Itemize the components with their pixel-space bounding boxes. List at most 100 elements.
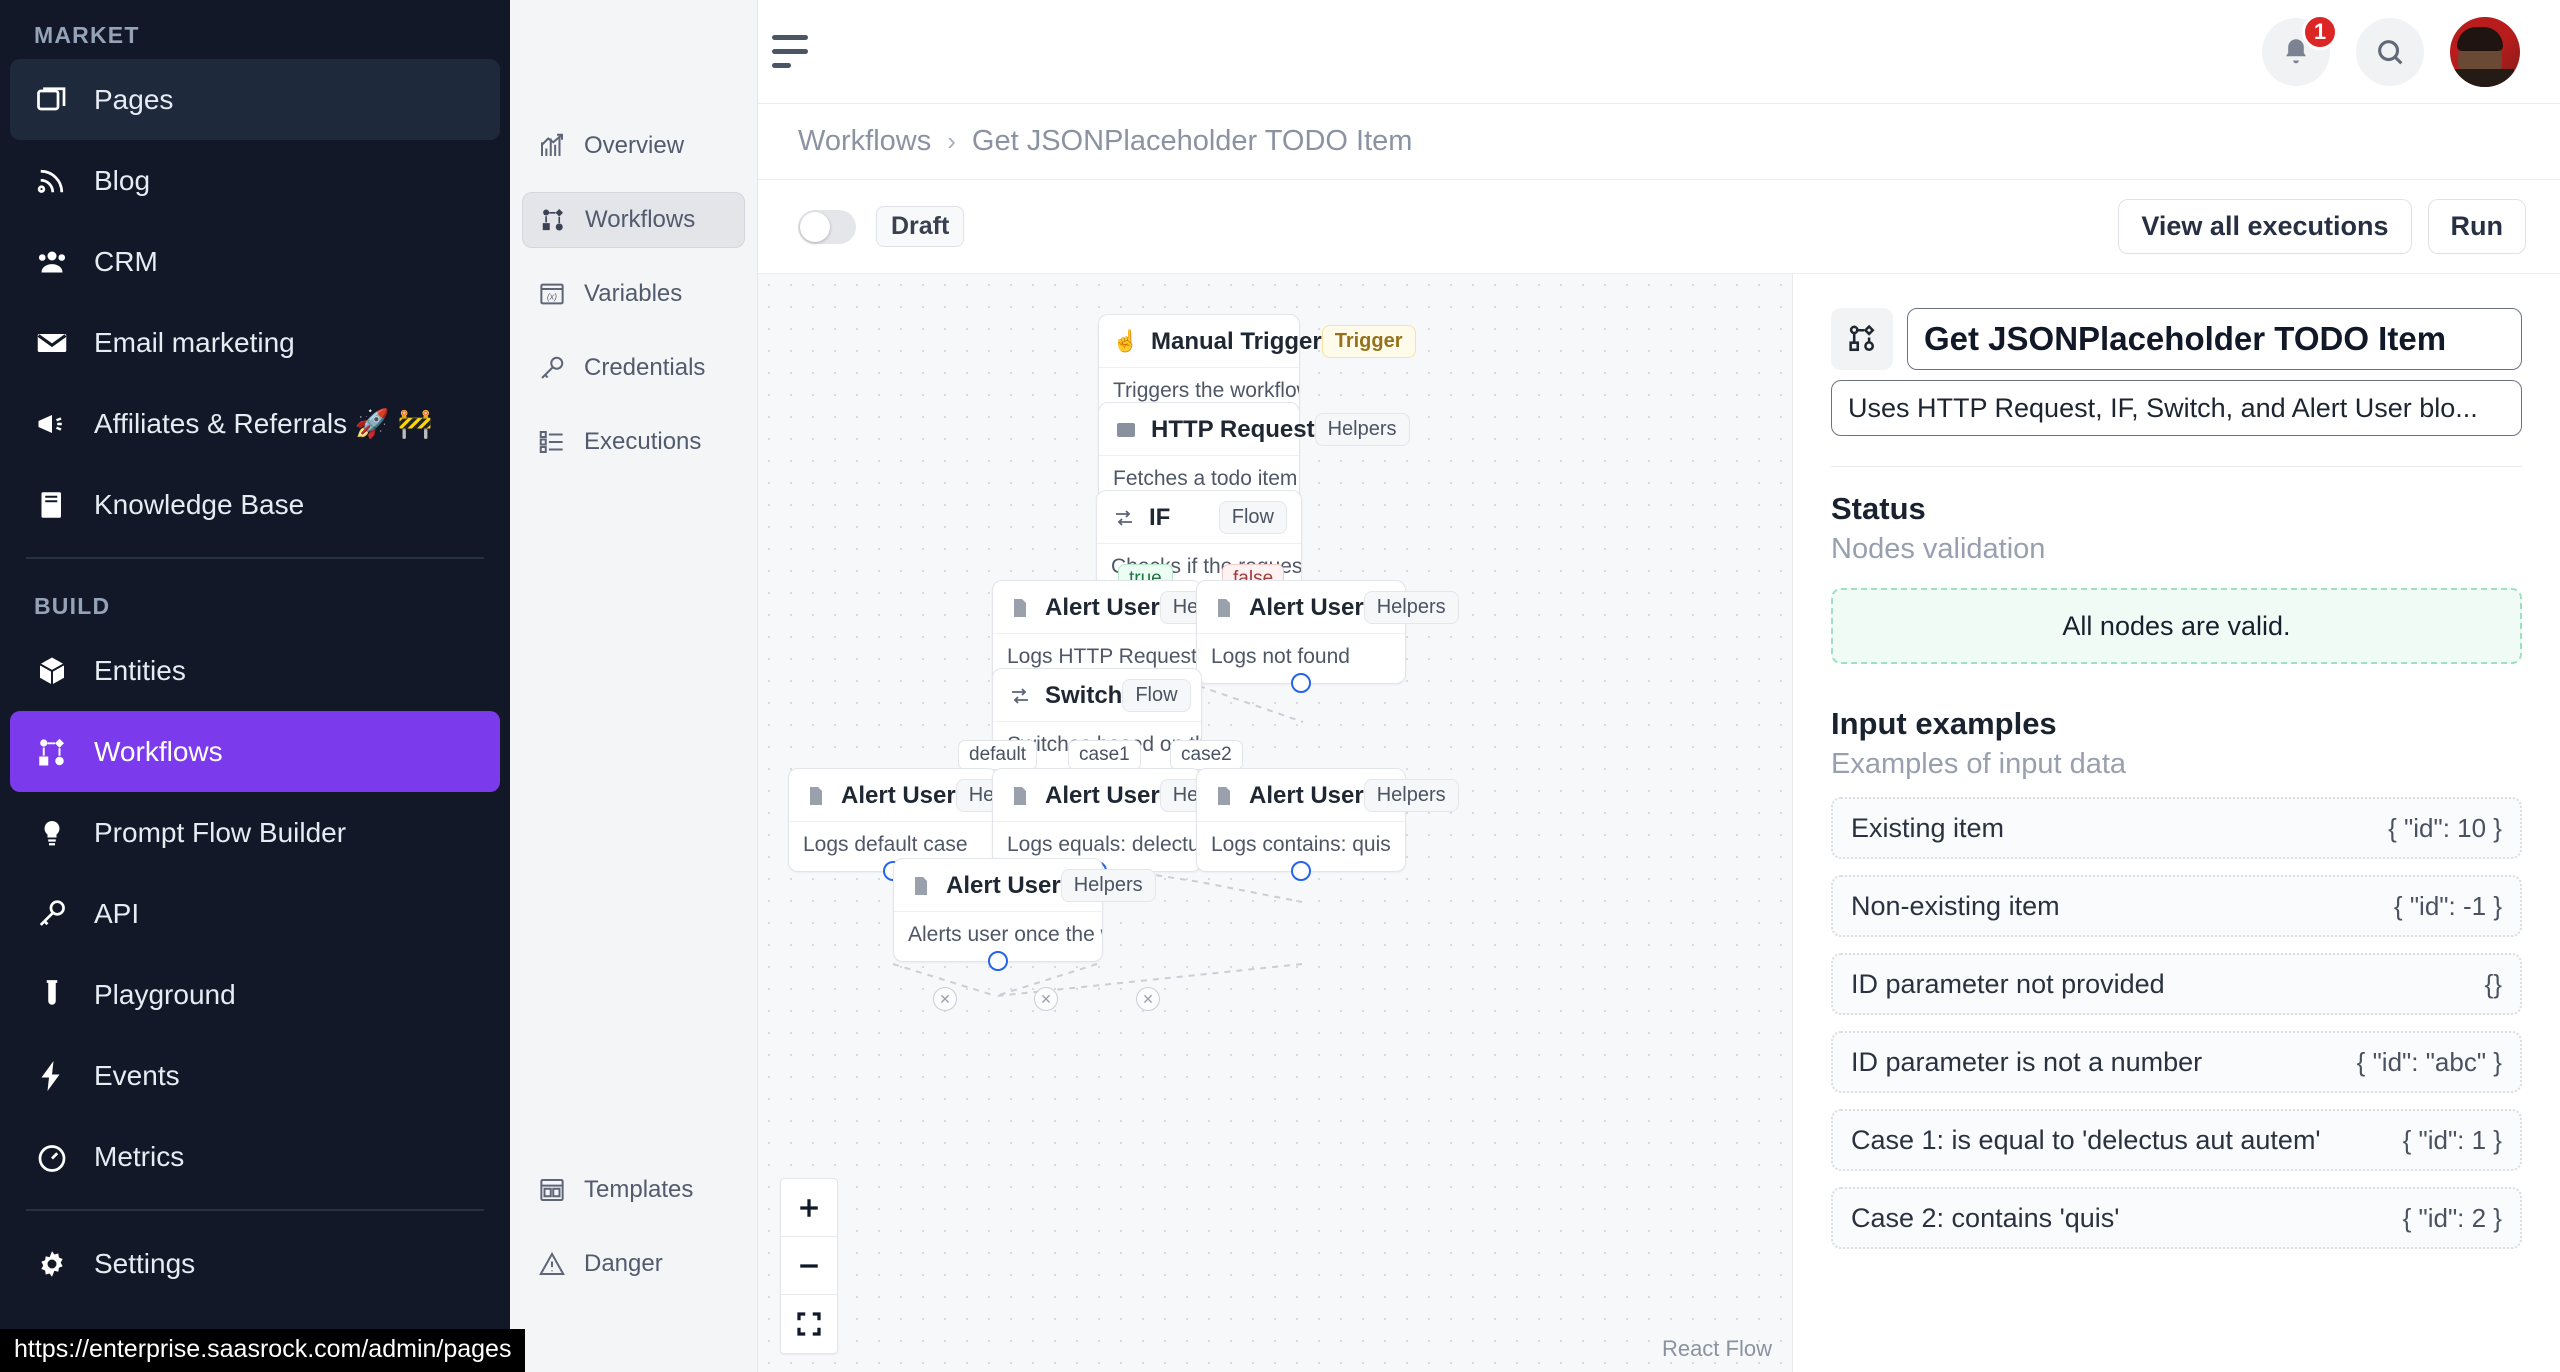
node-title-row: Alert User [1211, 782, 1364, 810]
hamburger-icon[interactable] [766, 21, 828, 83]
input-example-row[interactable]: Non-existing item { "id": -1 } [1831, 875, 2522, 937]
node-title-row: Alert User [803, 782, 956, 810]
input-example-row[interactable]: Existing item { "id": 10 } [1831, 797, 2522, 859]
subnav-item-label: Templates [584, 1176, 694, 1203]
subnav-item-templates[interactable]: Templates [522, 1162, 745, 1218]
input-example-row[interactable]: Case 2: contains 'quis' { "id": 2 } [1831, 1187, 2522, 1249]
example-name: ID parameter not provided [1851, 968, 2165, 999]
edge-label-default: default [958, 740, 1038, 770]
app-root: MARKET Pages Blog CRM Email marketing Af… [0, 0, 2560, 1372]
templates-icon [536, 1174, 568, 1206]
edge-delete-button[interactable]: ✕ [1136, 987, 1160, 1011]
sidebar-item-affiliates-referrals[interactable]: Affiliates & Referrals 🚀 🚧 [10, 383, 500, 464]
variable-icon: (x) [536, 278, 568, 310]
sidebar-item-email-marketing[interactable]: Email marketing [10, 302, 500, 383]
edge-label-case2: case2 [1170, 740, 1243, 770]
node-output-port[interactable] [1291, 673, 1311, 693]
warning-icon [536, 1248, 568, 1280]
test-tube-icon [32, 975, 72, 1015]
sidebar-item-knowledge-base[interactable]: Knowledge Base [10, 464, 500, 545]
workflow-icon [32, 732, 72, 772]
log-icon [1007, 783, 1033, 809]
node-title-row: IF [1111, 504, 1170, 532]
workflow-toolbar: Draft View all executions Run [758, 180, 2560, 274]
example-value: {} [2484, 968, 2502, 999]
sidebar-item-workflows[interactable]: Workflows [10, 711, 500, 792]
sidebar-item-playground[interactable]: Playground [10, 954, 500, 1035]
sidebar-item-api[interactable]: API [10, 873, 500, 954]
sidebar-item-label: Workflows [94, 735, 223, 767]
workflow-description-input[interactable]: Uses HTTP Request, IF, Switch, and Alert… [1831, 380, 2522, 436]
checklist-icon [536, 426, 568, 458]
bolt-icon [32, 1056, 72, 1096]
input-example-row[interactable]: ID parameter is not a number { "id": "ab… [1831, 1031, 2522, 1093]
sidebar-item-label: Entities [94, 654, 186, 686]
edge-delete-button[interactable]: ✕ [1034, 987, 1058, 1011]
users-icon [32, 242, 72, 282]
node-title: Alert User [1249, 781, 1364, 809]
input-example-row[interactable]: ID parameter not provided {} [1831, 953, 2522, 1015]
log-icon [803, 783, 829, 809]
gear-icon [32, 1244, 72, 1284]
book-icon [32, 485, 72, 525]
subnav-item-overview[interactable]: Overview [522, 118, 745, 174]
node-header: Alert User Helpers [789, 769, 1051, 822]
node-tag: Helpers [1363, 591, 1459, 624]
sidebar-item-settings[interactable]: Settings [10, 1223, 500, 1304]
subnav-item-credentials[interactable]: Credentials [522, 340, 745, 396]
node-alert-user-final[interactable]: Alert User Helpers Alerts user once the … [893, 858, 1156, 971]
node-alert-user-notfound[interactable]: Alert User Helpers Logs not found [1196, 580, 1459, 693]
node-tag: Trigger [1321, 325, 1416, 358]
node-title-row: HTTP Request [1113, 416, 1315, 444]
sidebar-item-prompt-flow-builder[interactable]: Prompt Flow Builder [10, 792, 500, 873]
search-icon [2378, 39, 2403, 64]
subnav-item-variables[interactable]: (x) Variables [522, 266, 745, 322]
workflow-title-input[interactable]: Get JSONPlaceholder TODO Item [1907, 308, 2522, 370]
search-button[interactable] [2356, 17, 2424, 86]
publish-toggle[interactable] [798, 209, 856, 244]
node-header: Alert User Helpers [894, 859, 1156, 912]
node-title: Alert User [1249, 593, 1364, 621]
node-header: Switch Flow [993, 669, 1201, 722]
workflow-canvas[interactable]: ☝ Manual Trigger Trigger Triggers the wo… [758, 274, 1792, 1372]
sidebar-item-entities[interactable]: Entities [10, 630, 500, 711]
sidebar-item-events[interactable]: Events [10, 1035, 500, 1116]
subnav-bottom-group: Templates Danger [522, 1162, 745, 1372]
zoom-in-button[interactable] [781, 1179, 837, 1237]
fit-view-button[interactable] [781, 1295, 837, 1353]
sidebar-item-blog[interactable]: Blog [10, 140, 500, 221]
zoom-controls [780, 1178, 838, 1354]
subnav-item-workflows[interactable]: Workflows [522, 192, 745, 248]
avatar[interactable] [2450, 16, 2520, 87]
node-output-port[interactable] [1291, 861, 1311, 881]
pointing-hand-icon: ☝ [1112, 329, 1140, 353]
minus-icon [800, 1263, 818, 1268]
node-output-port[interactable] [988, 951, 1008, 971]
subnav-item-label: Danger [584, 1250, 663, 1277]
node-alert-user-case2[interactable]: Alert User Helpers Logs contains: quis [1196, 768, 1459, 881]
workflow-icon [1831, 308, 1893, 370]
input-example-row[interactable]: Case 1: is equal to 'delectus aut autem'… [1831, 1109, 2522, 1171]
primary-sidebar: MARKET Pages Blog CRM Email marketing Af… [0, 0, 510, 1372]
run-button[interactable]: Run [2427, 199, 2526, 254]
notifications-button[interactable]: 1 [2262, 13, 2338, 86]
zoom-out-button[interactable] [781, 1237, 837, 1295]
view-all-executions-button[interactable]: View all executions [2118, 199, 2412, 254]
sidebar-item-metrics[interactable]: Metrics [10, 1116, 500, 1197]
megaphone-icon [32, 404, 72, 444]
subnav-item-danger[interactable]: Danger [522, 1236, 745, 1292]
node-alert-user-case1[interactable]: Alert User Helpers Logs equals: delectus… [992, 768, 1255, 881]
edge-delete-button[interactable]: ✕ [933, 987, 957, 1011]
sidebar-item-crm[interactable]: CRM [10, 221, 500, 302]
react-flow-attribution[interactable]: React Flow [1662, 1336, 1772, 1362]
subnav-item-executions[interactable]: Executions [522, 414, 745, 470]
cube-icon [32, 651, 72, 691]
toolbar-left: Draft [798, 206, 965, 247]
key-icon [536, 352, 568, 384]
breadcrumb-root[interactable]: Workflows [798, 125, 931, 158]
node-alert-user-default[interactable]: Alert User Helpers Logs default case [788, 768, 1051, 881]
node-header: IF Flow [1097, 491, 1301, 544]
sidebar-item-label: Email marketing [94, 326, 295, 358]
sidebar-item-label: Blog [94, 164, 151, 196]
sidebar-item-pages[interactable]: Pages [10, 59, 500, 140]
